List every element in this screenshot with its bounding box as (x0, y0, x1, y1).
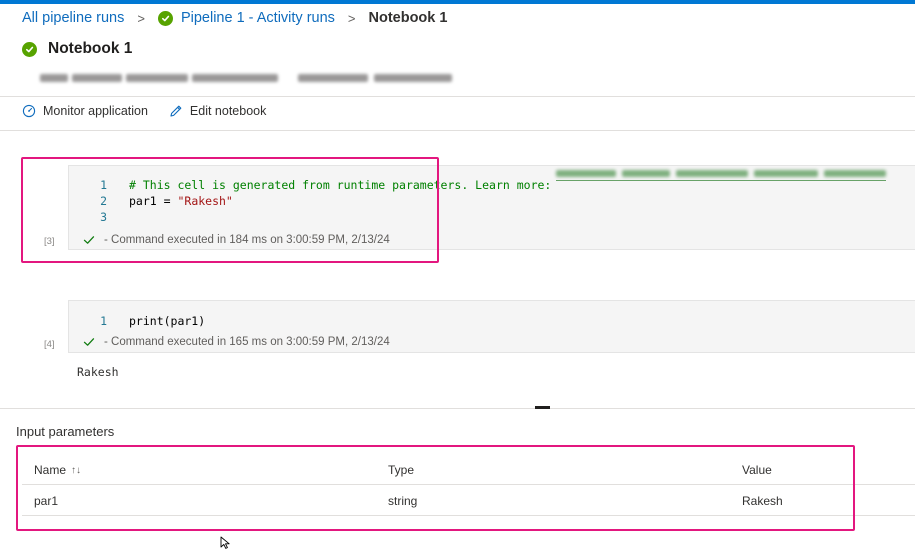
breadcrumb: All pipeline runs > Pipeline 1 - Activit… (22, 9, 447, 27)
monitor-gauge-icon (22, 104, 36, 118)
line-number: 1 (100, 178, 107, 192)
monitor-application-button[interactable]: Monitor application (22, 104, 148, 118)
sort-icon[interactable]: ↑↓ (71, 465, 81, 476)
notebook-cell[interactable]: 1 # This cell is generated from runtime … (68, 165, 915, 250)
code-statement: par1 = "Rakesh" (129, 193, 233, 209)
cell-execution-status: - Command executed in 184 ms on 3:00:59 … (83, 234, 390, 246)
mouse-cursor-icon (220, 536, 230, 549)
panel-divider (0, 408, 915, 409)
breadcrumb-all-pipeline-runs[interactable]: All pipeline runs (22, 10, 124, 26)
edit-notebook-button[interactable]: Edit notebook (169, 104, 266, 118)
cell-execution-count: [3] (44, 236, 55, 247)
line-number: 1 (100, 314, 107, 328)
resize-handle[interactable] (535, 406, 550, 409)
breadcrumb-separator: > (137, 10, 145, 26)
input-parameters-title: Input parameters (16, 424, 115, 439)
execution-status-text: - Command executed in 165 ms on 3:00:59 … (104, 336, 390, 348)
divider (0, 96, 915, 97)
checkmark-icon (83, 236, 95, 244)
page-header: Notebook 1 (22, 40, 132, 58)
table-header-row: Name ↑↓ Type Value (22, 455, 915, 485)
redacted-learn-more-link (556, 169, 886, 178)
cell-output: Rakesh (77, 365, 119, 379)
code-statement: print(par1) (129, 314, 206, 328)
param-name-cell: par1 (34, 494, 59, 508)
table-row[interactable]: par1 string Rakesh (22, 486, 915, 516)
column-header-value[interactable]: Value (742, 463, 772, 477)
code-string: "Rakesh" (177, 194, 233, 208)
redacted-link-underline (556, 180, 886, 181)
line-number: 3 (100, 210, 107, 224)
column-header-label: Name (34, 463, 67, 477)
success-icon (22, 41, 37, 57)
pencil-icon (170, 105, 182, 117)
column-header-label: Type (388, 463, 415, 477)
execution-status-text: - Command executed in 184 ms on 3:00:59 … (104, 234, 390, 246)
notebook-cell[interactable]: 1 print(par1) - Command executed in 165 … (68, 300, 915, 353)
breadcrumb-separator: > (347, 10, 356, 26)
column-header-type[interactable]: Type (388, 463, 414, 477)
cell-execution-count: [4] (44, 339, 55, 350)
column-header-label: Value (742, 463, 772, 477)
top-accent-bar (0, 0, 915, 4)
toolbar: Monitor application Edit notebook (22, 104, 287, 118)
breadcrumb-current: Notebook 1 (368, 10, 448, 26)
code-variable: par1 = (129, 194, 178, 208)
code-comment: # This cell is generated from runtime pa… (129, 178, 552, 192)
redacted-run-id (40, 71, 452, 85)
column-header-name[interactable]: Name ↑↓ (34, 463, 81, 477)
param-value-cell: Rakesh (742, 494, 783, 508)
checkmark-icon (83, 338, 95, 346)
line-number: 2 (100, 194, 107, 208)
divider (0, 130, 915, 131)
success-icon (157, 10, 173, 26)
page-title: Notebook 1 (48, 40, 133, 57)
monitor-application-label: Monitor application (43, 104, 148, 118)
edit-notebook-label: Edit notebook (189, 104, 267, 118)
cell-execution-status: - Command executed in 165 ms on 3:00:59 … (83, 336, 390, 348)
param-type-cell: string (388, 494, 418, 508)
breadcrumb-pipeline-activity-runs[interactable]: Pipeline 1 - Activity runs (181, 10, 335, 26)
